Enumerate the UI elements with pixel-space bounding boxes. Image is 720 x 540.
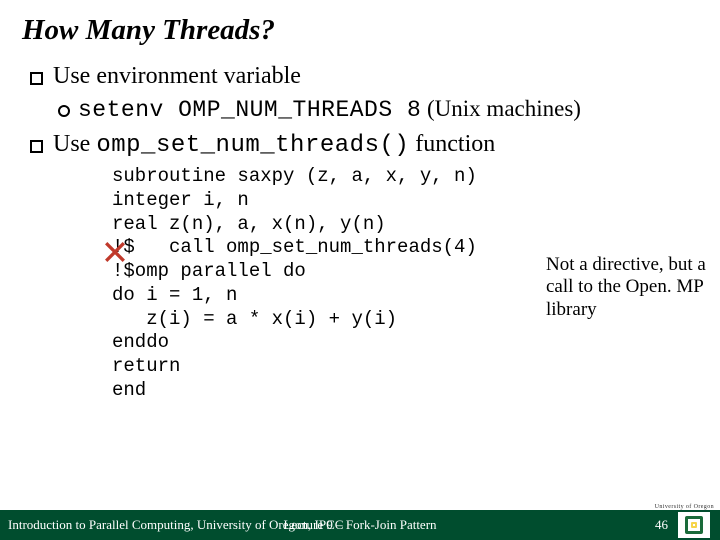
bullet-text: Use omp_set_num_threads() function [53, 131, 495, 159]
bullet-pre: Use [53, 131, 96, 157]
slide-content: Use environment variable setenv OMP_NUM_… [0, 47, 720, 403]
inline-code: setenv OMP_NUM_THREADS 8 [78, 97, 421, 123]
page-number: 46 [655, 517, 668, 533]
side-annotation: Not a directive, but a call to the Open.… [546, 254, 716, 321]
inline-code: omp_set_num_threads() [96, 132, 409, 159]
square-bullet-icon [30, 140, 43, 153]
slide-footer: Introduction to Parallel Computing, Univ… [0, 510, 720, 540]
bullet-post: function [409, 131, 495, 157]
bullet-level2: setenv OMP_NUM_THREADS 8 (Unix machines) [58, 96, 710, 123]
bullet-tail: (Unix machines) [421, 96, 581, 121]
bullet-text: setenv OMP_NUM_THREADS 8 (Unix machines) [78, 96, 581, 123]
footer-center: Lecture 9 – Fork-Join Pattern [283, 517, 436, 533]
bullet-level1: Use environment variable [30, 63, 710, 90]
slide-title: How Many Threads? [0, 0, 720, 47]
university-logo-icon [678, 512, 710, 538]
bullet-text: Use environment variable [53, 63, 301, 90]
square-bullet-icon [30, 72, 43, 85]
slide: How Many Threads? Use environment variab… [0, 0, 720, 540]
cross-out-icon [104, 241, 126, 263]
circle-bullet-icon [58, 105, 70, 117]
bullet-level1: Use omp_set_num_threads() function [30, 131, 710, 159]
